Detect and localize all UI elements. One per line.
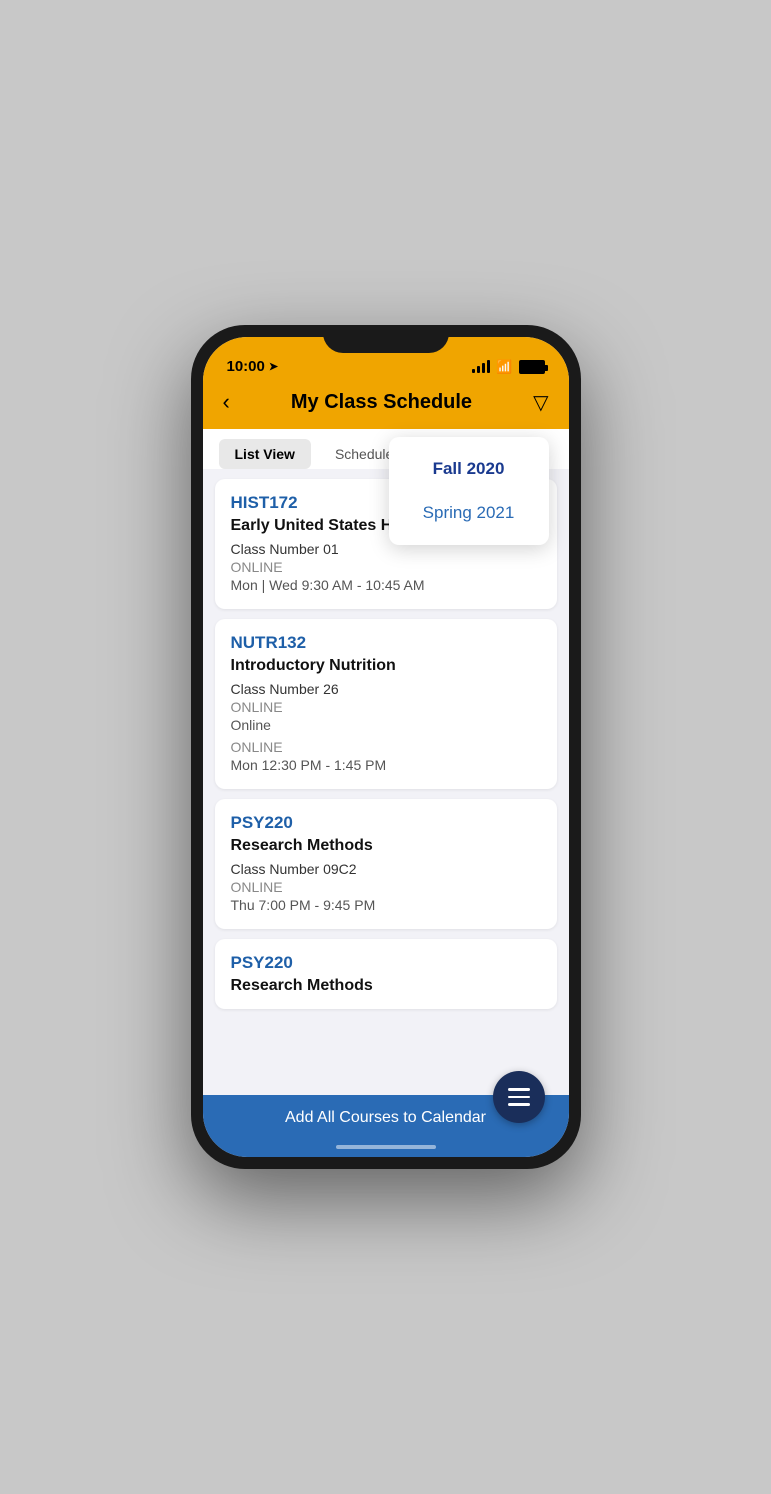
bottom-bar: Add All Courses to Calendar xyxy=(203,1095,569,1141)
course-number-2: Class Number 26 xyxy=(231,681,541,697)
header: ‹ My Class Schedule ▽ xyxy=(203,381,569,429)
menu-lines-icon xyxy=(508,1088,530,1106)
add-all-courses-button[interactable]: Add All Courses to Calendar xyxy=(285,1109,486,1127)
course-list: HIST172 Early United States History Clas… xyxy=(203,469,569,1095)
phone-frame: 10:00 ➤ 📶 ‹ My Class Schedule xyxy=(191,325,581,1169)
clock: 10:00 xyxy=(227,358,265,375)
course-name-3: Research Methods xyxy=(231,837,541,855)
battery-icon xyxy=(519,360,545,374)
course-code-4: PSY220 xyxy=(231,953,541,973)
tabs-area: List View Schedule View Fall 2020 Spring… xyxy=(203,429,569,469)
phone-screen: 10:00 ➤ 📶 ‹ My Class Schedule xyxy=(203,337,569,1157)
tab-list-view[interactable]: List View xyxy=(219,439,311,469)
status-time: 10:00 ➤ xyxy=(227,358,279,375)
status-icons: 📶 xyxy=(472,359,544,375)
course-schedule-3: Thu 7:00 PM - 9:45 PM xyxy=(231,897,541,913)
signal-icon xyxy=(472,361,490,373)
course-card-3[interactable]: PSY220 Research Methods Class Number 09C… xyxy=(215,799,557,929)
wifi-icon: 📶 xyxy=(496,359,512,375)
dropdown-item-fall2020[interactable]: Fall 2020 xyxy=(389,447,549,491)
back-button[interactable]: ‹ xyxy=(223,389,230,415)
menu-fab-button[interactable] xyxy=(493,1071,545,1123)
course-location2-2: Online xyxy=(231,717,541,733)
semester-dropdown[interactable]: Fall 2020 Spring 2021 xyxy=(389,437,549,545)
course-schedule-2: Mon 12:30 PM - 1:45 PM xyxy=(231,757,541,773)
dropdown-item-spring2021[interactable]: Spring 2021 xyxy=(389,491,549,535)
home-bar xyxy=(336,1145,436,1149)
course-location-3: ONLINE xyxy=(231,879,541,895)
filter-icon[interactable]: ▽ xyxy=(533,390,548,415)
course-location2-3: ONLINE xyxy=(231,739,541,755)
course-name-2: Introductory Nutrition xyxy=(231,657,541,675)
course-location2-1: ONLINE xyxy=(231,699,541,715)
course-number-3: Class Number 09C2 xyxy=(231,861,541,877)
home-indicator xyxy=(203,1141,569,1157)
course-location-1: ONLINE xyxy=(231,559,541,575)
course-code-2: NUTR132 xyxy=(231,633,541,653)
course-name-4: Research Methods xyxy=(231,977,541,995)
course-code-3: PSY220 xyxy=(231,813,541,833)
tab-list-label: List View xyxy=(235,446,295,462)
page-title: My Class Schedule xyxy=(291,391,472,414)
course-card-2[interactable]: NUTR132 Introductory Nutrition Class Num… xyxy=(215,619,557,789)
course-schedule-1: Mon | Wed 9:30 AM - 10:45 AM xyxy=(231,577,541,593)
course-card-4-partial[interactable]: PSY220 Research Methods xyxy=(215,939,557,1009)
notch xyxy=(323,325,449,353)
location-icon: ➤ xyxy=(269,360,278,373)
